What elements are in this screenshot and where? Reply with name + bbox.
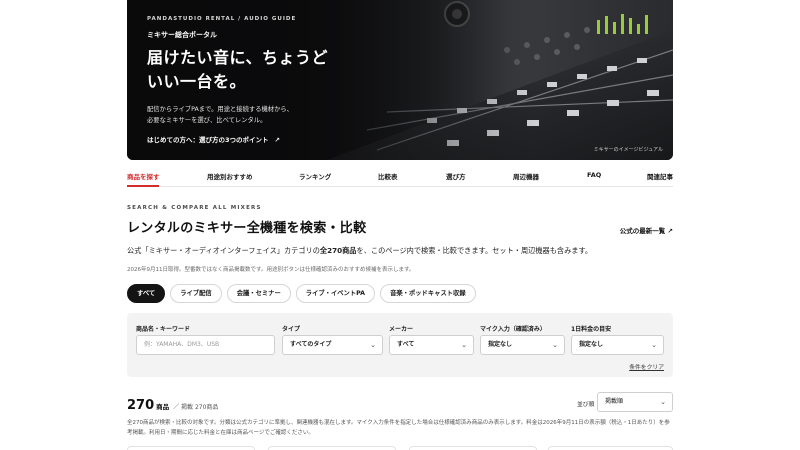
keyword-input[interactable]: 例：YAMAHA、DM3、USB [136,335,275,355]
hero-kicker: PANDASTUDIO RENTAL / AUDIO GUIDE [147,16,297,22]
external-arrow-icon: ↗ [274,136,280,144]
chevron-down-icon: ⌄ [552,341,558,349]
hero-description: 配信からライブPAまで。用途と接続する機材から、 必要なミキサーを選び、比べてレ… [147,104,347,126]
section-nav: 商品を探す 用途別おすすめ ランキング 比較表 選び方 周辺機器 FAQ 関連記… [127,163,673,187]
type-select[interactable]: すべてのタイプ ⌄ [282,335,383,355]
section-intro: 公式「ミキサー・オーディオインターフェイス」カテゴリの全270商品を、このページ… [127,246,592,256]
type-label: タイプ [282,326,301,333]
hero-portal-label: ミキサー総合ポータル [147,31,217,39]
chip-recording[interactable]: 音楽・ポッドキャスト収録 [380,284,476,303]
chevron-down-icon: ⌄ [651,341,657,349]
chip-live-pa[interactable]: ライブ・イベントPA [295,284,376,303]
nav-active-indicator [127,185,159,187]
page-title: レンタルのミキサー全機種を検索・比較 [127,221,367,236]
maker-select[interactable]: すべて ⌄ [389,335,474,355]
usage-filter-chips: すべて ライブ配信 会議・セミナー ライブ・イベントPA 音楽・ポッドキャスト収… [127,284,476,303]
beginner-guide-label: はじめての方へ：選び方の3つのポイント [147,136,269,144]
sort-select[interactable]: 掲載順 ⌄ [597,392,673,412]
nav-item-howto[interactable]: 選び方 [446,171,466,181]
beginner-guide-link[interactable]: はじめての方へ：選び方の3つのポイント ↗ [147,134,280,144]
result-count-unit: 商品 [156,403,170,411]
result-count: 270 商品／ 掲載 270商品 [127,394,218,413]
maker-value: すべて [397,341,415,348]
product-card[interactable] [409,446,537,450]
nav-item-ranking[interactable]: ランキング [299,171,331,181]
nav-item-compare[interactable]: 比較表 [378,171,398,181]
chip-live-stream[interactable]: ライブ配信 [170,284,222,303]
hero-image-caption: ミキサーのイメージビジュアル [593,147,663,153]
price-label: 1日料金の目安 [571,326,612,333]
hero-headline: 届けたい音に、ちょうどいい一台を。 [147,48,329,91]
intro-count: 全270商品 [319,246,357,255]
maker-label: メーカー [389,326,414,333]
filter-panel: 商品名・キーワード 例：YAMAHA、DM3、USB タイプ すべてのタイプ ⌄… [127,313,673,377]
result-count-total: ／ 掲載 270商品 [173,404,219,411]
chevron-down-icon: ⌄ [370,341,376,349]
price-value: 指定なし [579,341,604,348]
clear-filters-link[interactable]: 条件をクリア [629,362,664,371]
product-card[interactable] [268,446,396,450]
chip-all[interactable]: すべて [127,284,166,303]
chevron-down-icon: ⌄ [461,341,467,349]
product-card[interactable] [127,446,255,450]
results-disclaimer: 全270商品が検索・比較の対象です。分類は公式カテゴリに準拠し、関連機器も混在し… [127,420,670,436]
hero-banner: PANDASTUDIO RENTAL / AUDIO GUIDE ミキサー総合ポ… [127,0,673,160]
hero-desc-line: 必要なミキサーを選び、比べてレンタル。 [147,117,267,124]
keyword-label: 商品名・キーワード [136,326,191,333]
intro-text: を、このページ内で検索・比較できます。セット・周辺機器も含みます。 [356,246,593,255]
section-note: 2026年9月11日取得。型番数ではなく商品掲載数です。用途別ボタンは仕様確認済… [127,267,415,273]
mic-input-select[interactable]: 指定なし ⌄ [480,335,565,355]
sort-label: 並び順 [577,402,595,408]
price-select[interactable]: 指定なし ⌄ [571,335,664,355]
nav-item-search[interactable]: 商品を探す [127,171,160,181]
mic-input-label: マイク入力（確認済み） [480,326,546,333]
hero-desc-line: 配信からライブPAまで。用途と接続する機材から、 [147,106,293,113]
sort-value: 掲載順 [605,398,624,405]
chip-meeting[interactable]: 会議・セミナー [226,284,291,303]
official-list-link[interactable]: 公式の最新一覧 ↗ [620,225,673,235]
section-eyebrow: SEARCH & COMPARE ALL MIXERS [127,205,262,211]
intro-text: 公式「ミキサー・オーディオインターフェイス」カテゴリの [127,246,320,255]
product-card[interactable] [548,446,673,450]
type-value: すべてのタイプ [290,341,332,348]
nav-item-articles[interactable]: 関連記事 [647,171,673,181]
nav-item-recommend[interactable]: 用途別おすすめ [207,171,253,181]
result-count-number: 270 [127,398,155,413]
chevron-down-icon: ⌄ [660,398,666,406]
nav-item-faq[interactable]: FAQ [587,171,601,179]
nav-item-accessories[interactable]: 周辺機器 [513,171,539,181]
mic-input-value: 指定なし [488,341,513,348]
